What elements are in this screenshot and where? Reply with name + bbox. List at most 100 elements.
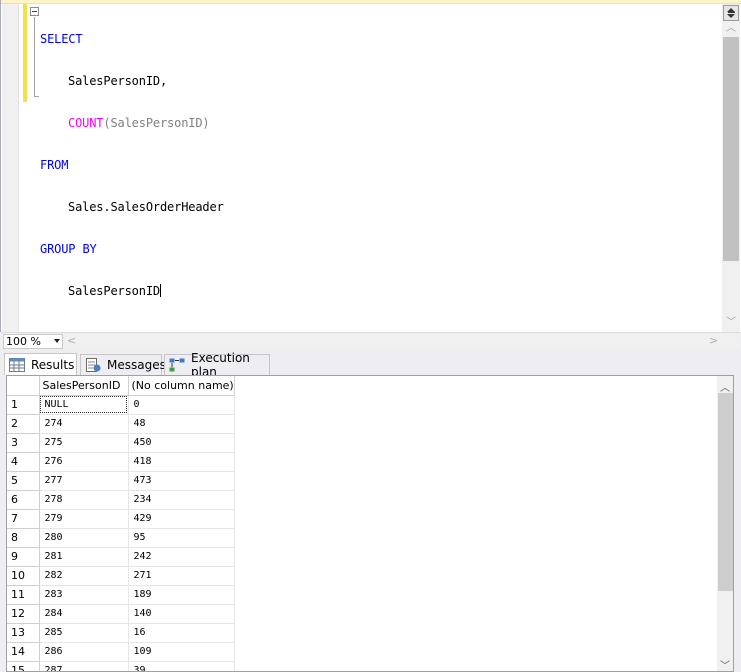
row-number[interactable]: 3: [7, 433, 40, 453]
code-line: SalesPersonID: [40, 284, 224, 298]
cell-count[interactable]: 429: [128, 509, 235, 529]
scroll-left-icon[interactable]: <: [67, 335, 76, 347]
table-row[interactable]: 7 279 429: [7, 509, 235, 529]
cell-salespersonid[interactable]: 278: [39, 490, 129, 510]
cell-salespersonid[interactable]: 279: [39, 509, 129, 529]
column-header[interactable]: SalesPersonID: [39, 376, 129, 396]
code-line: SalesPersonID,: [40, 74, 224, 88]
results-grid[interactable]: SalesPersonID (No column name) 1 NULL 0 2 27…: [6, 375, 734, 672]
cell-salespersonid[interactable]: 285: [39, 623, 129, 643]
results-vertical-scrollbar[interactable]: ︿ ﹀: [717, 376, 733, 671]
code-line: SELECT: [40, 32, 224, 46]
code-line: COUNT(SalesPersonID): [40, 116, 224, 130]
cell-salespersonid[interactable]: 282: [39, 566, 129, 586]
cell-count[interactable]: 189: [128, 585, 235, 605]
tab-messages[interactable]: Messages: [80, 354, 166, 375]
cell-count[interactable]: 450: [128, 433, 235, 453]
table-row[interactable]: 6 278 234: [7, 490, 235, 510]
cell-count[interactable]: 95: [128, 528, 235, 548]
cell-salespersonid[interactable]: 277: [39, 471, 129, 491]
row-number[interactable]: 9: [7, 547, 40, 567]
table-row[interactable]: 14 286 109: [7, 642, 235, 662]
row-number[interactable]: 8: [7, 528, 40, 548]
keyword-select: SELECT: [40, 32, 83, 46]
table-row[interactable]: 15 287 39: [7, 661, 235, 671]
row-number[interactable]: 12: [7, 604, 40, 624]
tab-messages-label: Messages: [107, 358, 166, 372]
code-text[interactable]: SELECT SalesPersonID, COUNT(SalesPersonI…: [40, 4, 224, 326]
row-number[interactable]: 14: [7, 642, 40, 662]
cell-salespersonid[interactable]: 287: [39, 661, 129, 671]
cell-salespersonid[interactable]: 280: [39, 528, 129, 548]
scrollbar-thumb[interactable]: [723, 37, 739, 261]
row-number[interactable]: 5: [7, 471, 40, 491]
row-number[interactable]: 6: [7, 490, 40, 510]
scroll-down-icon[interactable]: ﹀: [720, 657, 730, 671]
tab-results[interactable]: Results: [4, 353, 77, 375]
row-number[interactable]: 7: [7, 509, 40, 529]
cell-count[interactable]: 234: [128, 490, 235, 510]
cell-salespersonid[interactable]: 275: [39, 433, 129, 453]
row-number[interactable]: 11: [7, 585, 40, 605]
table-row[interactable]: 3 275 450: [7, 433, 235, 453]
code-line: GROUP BY: [40, 242, 224, 256]
cell-count[interactable]: 140: [128, 604, 235, 624]
cell-salespersonid[interactable]: 281: [39, 547, 129, 567]
zoom-select[interactable]: 100 %: [3, 334, 63, 349]
code-table: Sales.SalesOrderHeader: [68, 200, 224, 214]
scroll-right-icon[interactable]: >: [709, 335, 718, 347]
table-row[interactable]: 13 285 16: [7, 623, 235, 643]
scrollbar-thumb[interactable]: [718, 393, 733, 591]
cell-salespersonid[interactable]: 274: [39, 414, 129, 434]
row-number[interactable]: 15: [7, 661, 40, 671]
cell-count[interactable]: 0: [128, 395, 235, 415]
cell-count[interactable]: 109: [128, 642, 235, 662]
change-tracking-bar: [23, 4, 27, 102]
cell-count[interactable]: 48: [128, 414, 235, 434]
split-icon[interactable]: [723, 5, 739, 21]
cell-count[interactable]: 39: [128, 661, 235, 671]
row-number[interactable]: 4: [7, 452, 40, 472]
cell-count[interactable]: 242: [128, 547, 235, 567]
cell-count[interactable]: 418: [128, 452, 235, 472]
indicator-margin: [2, 4, 19, 332]
code-group-column: SalesPersonID: [68, 284, 160, 298]
cell-salespersonid[interactable]: 284: [39, 604, 129, 624]
corner-cell[interactable]: [7, 376, 40, 396]
cell-count[interactable]: 271: [128, 566, 235, 586]
row-number[interactable]: 1: [7, 395, 40, 415]
table-row[interactable]: 9 281 242: [7, 547, 235, 567]
cell-count[interactable]: 473: [128, 471, 235, 491]
table-row[interactable]: 1 NULL 0: [7, 395, 235, 415]
table-row[interactable]: 5 277 473: [7, 471, 235, 491]
execution-plan-icon: [169, 358, 185, 372]
scroll-down-icon[interactable]: ﹀: [726, 318, 736, 328]
text-caret: [159, 284, 161, 297]
row-number[interactable]: 13: [7, 623, 40, 643]
table-row[interactable]: 11 283 189: [7, 585, 235, 605]
table-row[interactable]: 2 274 48: [7, 414, 235, 434]
scroll-up-icon[interactable]: ︿: [726, 24, 736, 34]
chevron-down-icon[interactable]: [54, 339, 60, 343]
table-row[interactable]: 12 284 140: [7, 604, 235, 624]
cell-salespersonid[interactable]: 283: [39, 585, 129, 605]
editor-vertical-scrollbar[interactable]: ︿ ﹀: [722, 4, 740, 332]
cell-salespersonid[interactable]: NULL: [39, 395, 129, 415]
code-line: Sales.SalesOrderHeader: [40, 200, 224, 214]
grid-icon: [9, 357, 25, 372]
collapse-icon[interactable]: [30, 7, 39, 16]
results-table: SalesPersonID (No column name) 1 NULL 0 2 27…: [7, 376, 235, 671]
table-row[interactable]: 8 280 95: [7, 528, 235, 548]
table-row[interactable]: 4 276 418: [7, 452, 235, 472]
cell-salespersonid[interactable]: 286: [39, 642, 129, 662]
messages-icon: [85, 358, 101, 372]
query-editor[interactable]: SELECT SalesPersonID, COUNT(SalesPersonI…: [0, 0, 741, 332]
table-row[interactable]: 10 282 271: [7, 566, 235, 586]
column-header[interactable]: (No column name): [128, 376, 235, 396]
tab-execution-plan[interactable]: Execution plan: [164, 351, 270, 379]
row-number[interactable]: 2: [7, 414, 40, 434]
row-number[interactable]: 10: [7, 566, 40, 586]
cell-count[interactable]: 16: [128, 623, 235, 643]
scroll-up-icon[interactable]: ︿: [720, 379, 730, 394]
cell-salespersonid[interactable]: 276: [39, 452, 129, 472]
